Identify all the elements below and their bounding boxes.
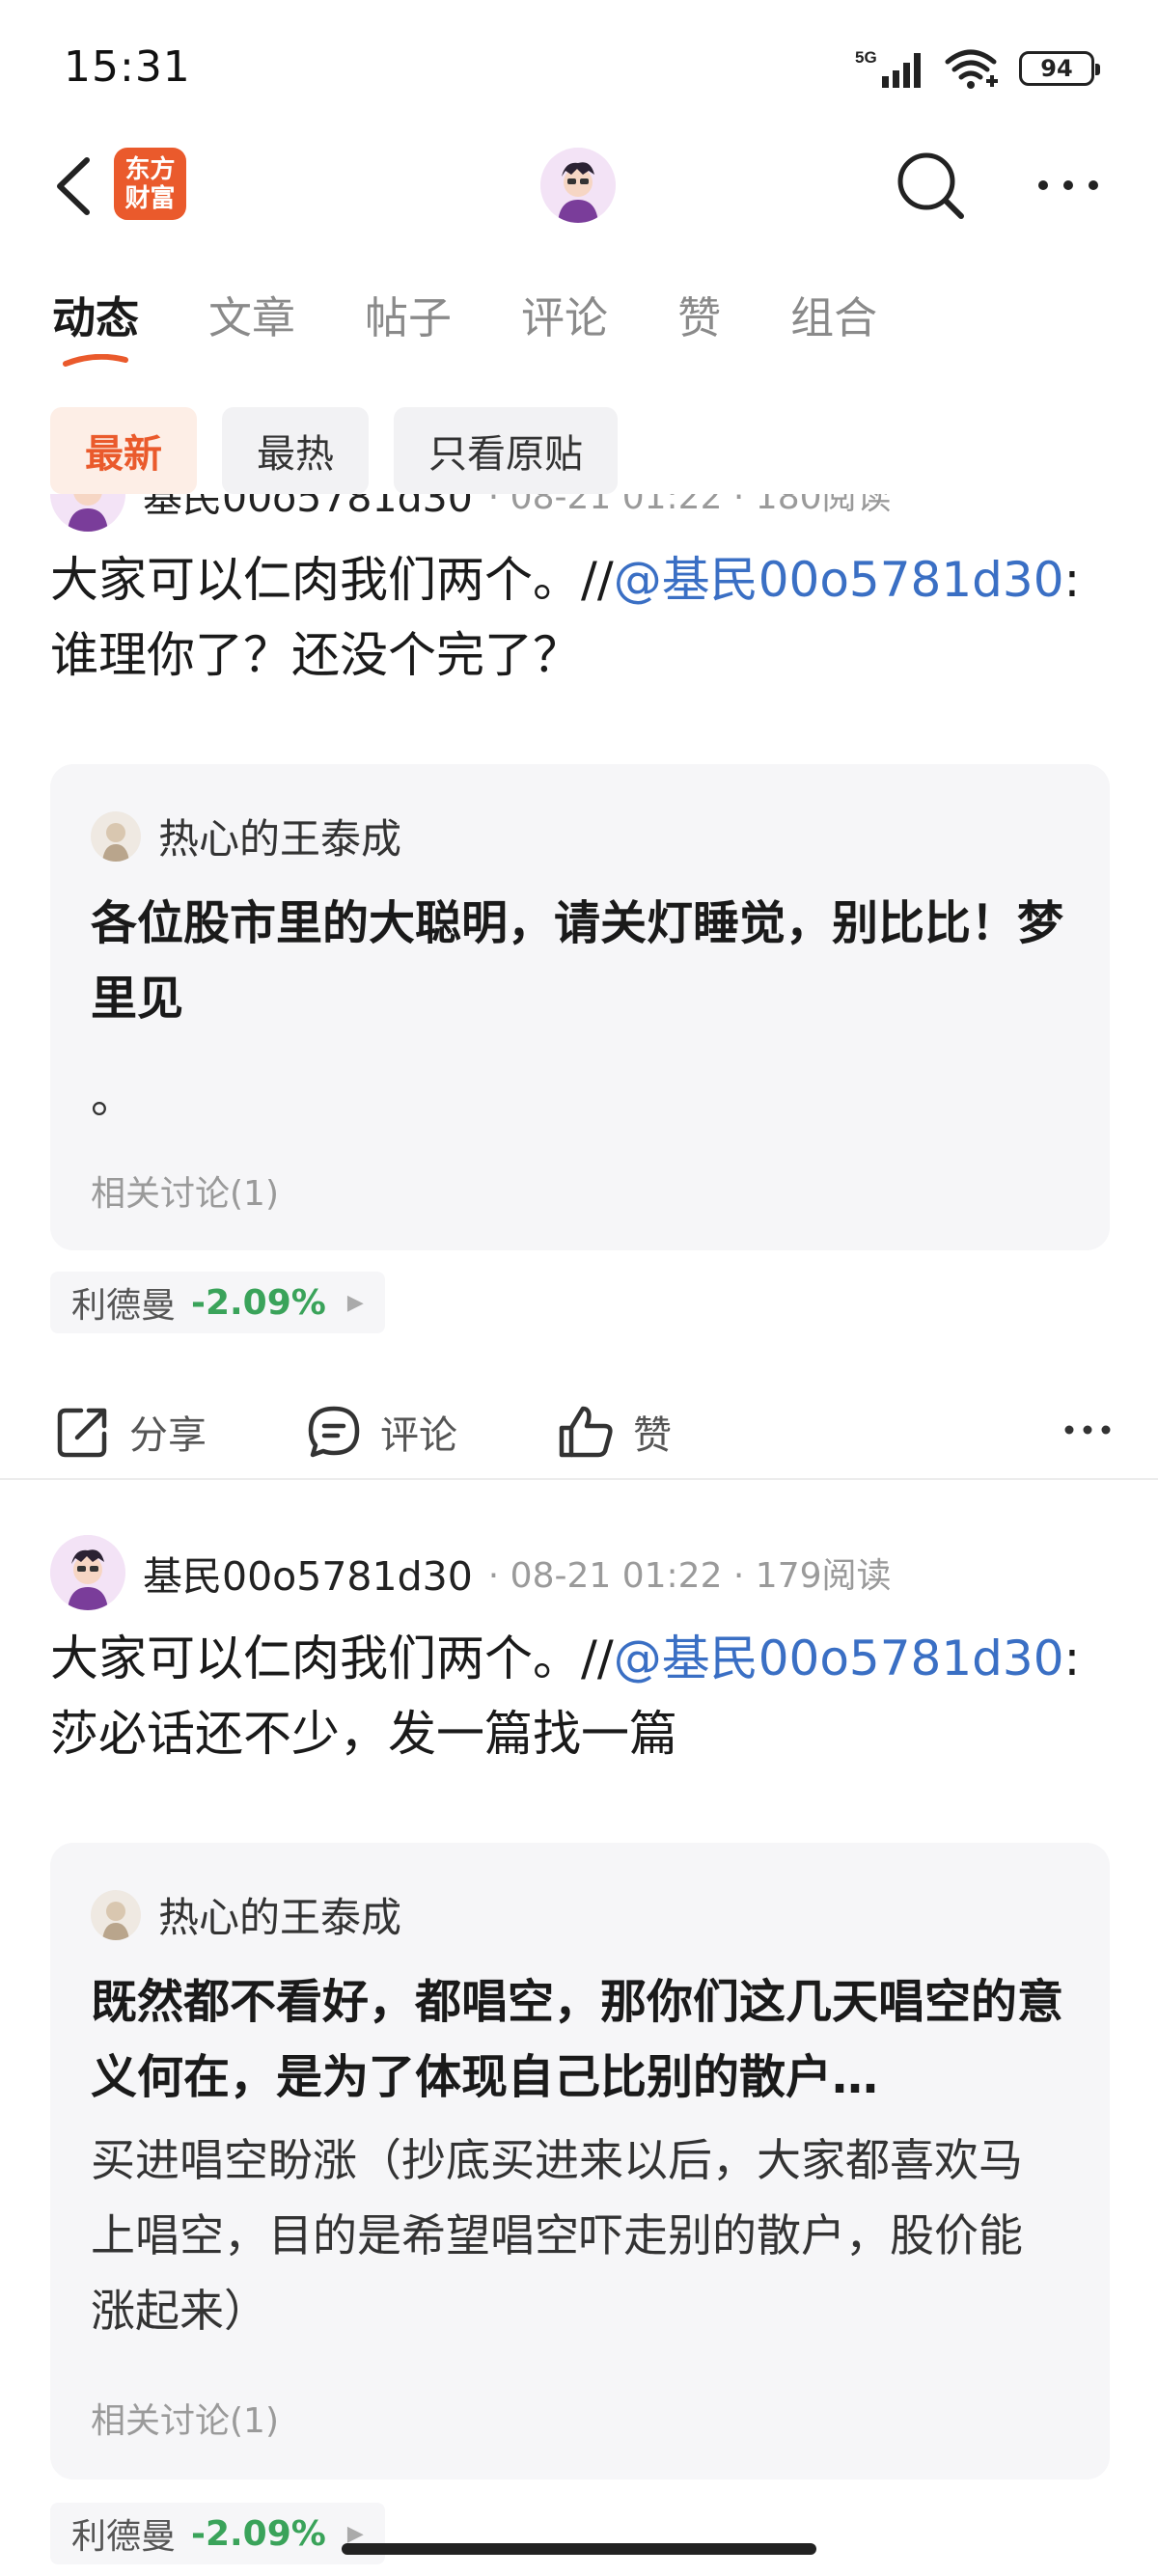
comment-icon [308,1406,360,1458]
post-text[interactable]: 大家可以仁肉我们两个。//@基民00o5781d30:谁理你了？还没个完了？ [50,542,1112,693]
share-label: 分享 [129,1413,207,1458]
play-arrow-icon: ▶ [346,1290,364,1315]
quoted-author: 热心的王泰成 [91,807,401,865]
quoted-author-avatar [91,810,141,862]
avatar[interactable] [50,1535,125,1610]
network-type-label: 5G [855,48,877,67]
logo-text-bottom: 财富 [124,183,176,213]
quoted-author-name: 热心的王泰成 [158,815,402,863]
share-icon [57,1408,107,1458]
post-more-icon[interactable] [1063,1422,1112,1438]
tab-comments[interactable]: 评论 [521,285,608,371]
battery-level: 94 [1040,55,1073,82]
more-options-icon[interactable] [1036,176,1100,195]
related-discussion-link[interactable]: 相关讨论(1) [91,1165,279,1216]
like-label: 赞 [633,1413,672,1458]
thumbs-up-icon [559,1406,613,1458]
avatar[interactable] [50,494,125,532]
filter-latest[interactable]: 最新 [50,407,197,494]
tab-dynamic[interactable]: 动态 [52,285,139,371]
status-bar: 15:31 5G 94 [0,0,1158,135]
logo-text-top: 东方 [124,154,176,184]
avatar-illustration [540,148,616,223]
post-text-main: 大家可以仁肉我们两个。// [50,1631,614,1686]
status-time: 15:31 [64,42,191,92]
cellular-signal-icon: 5G [855,48,921,88]
app-logo: 东方 财富 [114,148,186,220]
tab-likes[interactable]: 赞 [677,285,721,371]
status-icons: 5G 94 [853,44,1100,93]
active-tab-indicator [63,354,128,367]
search-icon[interactable] [894,149,967,222]
post-meta: · 08-21 01:22 · 180阅读 [487,494,892,517]
filter-bar: 最新 最热 只看原贴 [50,407,618,494]
wifi-icon [945,49,998,89]
tab-label: 动态 [52,292,140,343]
author-name[interactable]: 基民00o5781d30 [143,1544,473,1602]
share-button[interactable]: 分享 [54,1393,207,1470]
quoted-post-body: 买进唱空盼涨（抄底买进来以后，大家都喜欢马上唱空，目的是希望唱空吓走别的散户，股… [91,2134,1023,2337]
post-text-main: 大家可以仁肉我们两个。// [50,552,614,608]
quoted-post-title: 既然都不看好，都唱空，那你们这几天唱空的意义何在，是为了体现自己比别的散户… [91,1975,1064,2104]
quoted-post-card[interactable]: 热心的王泰成 既然都不看好，都唱空，那你们这几天唱空的意义何在，是为了体现自己比… [50,1843,1110,2480]
comment-button[interactable]: 评论 [305,1393,457,1470]
related-discussion-link[interactable]: 相关讨论(1) [91,2393,279,2443]
back-arrow-icon[interactable] [46,152,104,220]
stock-name: 利德曼 [71,1286,177,1326]
profile-avatar[interactable] [540,148,616,223]
like-button[interactable]: 赞 [556,1393,672,1470]
post-header: 基民00o5781d30 · 08-21 01:22 · 180阅读 [50,494,892,533]
post-divider [0,1478,1158,1480]
battery-icon: 94 [1019,51,1100,86]
filter-original-only[interactable]: 只看原贴 [394,407,618,494]
play-arrow-icon: ▶ [346,2521,364,2546]
tab-bar: 动态 文章 帖子 评论 赞 组合 [52,285,947,371]
quoted-author-avatar [91,1889,141,1940]
mention-link[interactable]: @基民00o5781d30 [614,552,1064,608]
stock-tag[interactable]: 利德曼 -2.09% ▶ [50,2503,385,2564]
stock-tag[interactable]: 利德曼 -2.09% ▶ [50,1272,385,1333]
quoted-post-card[interactable]: 热心的王泰成 各位股市里的大聪明，请关灯睡觉，别比比！梦里见 。 相关讨论(1) [50,764,1110,1250]
feed[interactable]: 基民00o5781d30 · 08-21 01:22 · 180阅读 大家可以仁… [0,494,1158,2576]
post-meta: · 08-21 01:22 · 179阅读 [487,1556,892,1596]
tab-portfolio[interactable]: 组合 [790,285,877,371]
quoted-post-body: 。 [91,1071,135,1123]
post-header: 基民00o5781d30 · 08-21 01:22 · 179阅读 [50,1534,892,1611]
stock-change: -2.09% [191,1282,326,1323]
quoted-post-title: 各位股市里的大聪明，请关灯睡觉，别比比！梦里见 [91,896,1064,1026]
mention-link[interactable]: @基民00o5781d30 [614,1631,1064,1686]
filter-hottest[interactable]: 最热 [222,407,369,494]
tab-articles[interactable]: 文章 [208,285,295,371]
author-name[interactable]: 基民00o5781d30 [143,494,473,523]
stock-change: -2.09% [191,2513,326,2554]
nav-bar: 东方 财富 [0,135,1158,236]
comment-label: 评论 [380,1413,457,1458]
post-actions: 分享 评论 赞 [50,1393,1112,1470]
quoted-author: 热心的王泰成 [91,1885,401,1944]
stock-name: 利德曼 [71,2517,177,2557]
post-text[interactable]: 大家可以仁肉我们两个。//@基民00o5781d30:莎必话还不少，发一篇找一篇 [50,1621,1112,1771]
tab-posts[interactable]: 帖子 [365,285,452,371]
home-indicator[interactable] [342,2543,816,2555]
quoted-author-name: 热心的王泰成 [158,1894,402,1941]
